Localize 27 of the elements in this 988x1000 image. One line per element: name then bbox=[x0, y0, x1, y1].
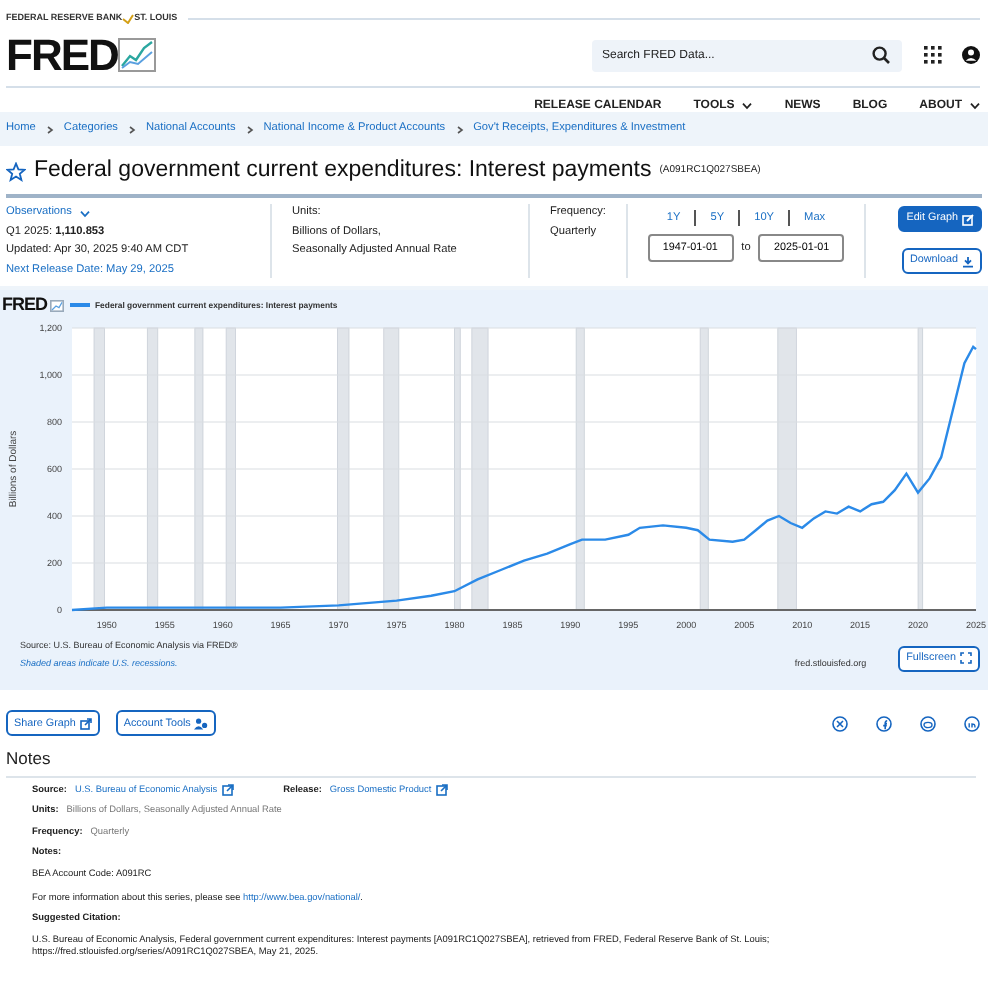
download-icon bbox=[962, 255, 974, 268]
series-title: Federal government current expenditures: Interest payments bbox=[34, 156, 652, 186]
edit-icon bbox=[962, 213, 974, 226]
chevron-icon bbox=[127, 125, 136, 133]
social-share-icon[interactable] bbox=[832, 715, 848, 732]
chart-logo-icon[interactable] bbox=[117, 38, 156, 73]
social-share-icon[interactable] bbox=[876, 715, 892, 732]
chevron-icon bbox=[245, 125, 254, 133]
graph-logo: FRED bbox=[2, 296, 47, 315]
expand-icon bbox=[960, 652, 972, 665]
social-share-icon[interactable] bbox=[920, 715, 936, 732]
social-share-icon[interactable] bbox=[964, 715, 980, 732]
share-icon bbox=[79, 717, 92, 730]
external-link-icon bbox=[221, 784, 234, 797]
search-icon[interactable] bbox=[872, 46, 890, 65]
caret-icon bbox=[79, 210, 90, 218]
notes-heading: Notes bbox=[4, 746, 53, 773]
user-icon[interactable] bbox=[962, 46, 980, 65]
chart-logo-icon bbox=[49, 299, 63, 312]
users-icon bbox=[194, 717, 209, 730]
logo[interactable]: FRED bbox=[6, 33, 118, 78]
chevron-icon bbox=[45, 125, 54, 133]
emblem-icon bbox=[122, 13, 135, 24]
star-icon[interactable] bbox=[6, 161, 26, 182]
apps-grid-icon[interactable] bbox=[924, 46, 942, 65]
chevron-icon bbox=[455, 125, 464, 133]
external-link-icon bbox=[435, 784, 448, 797]
